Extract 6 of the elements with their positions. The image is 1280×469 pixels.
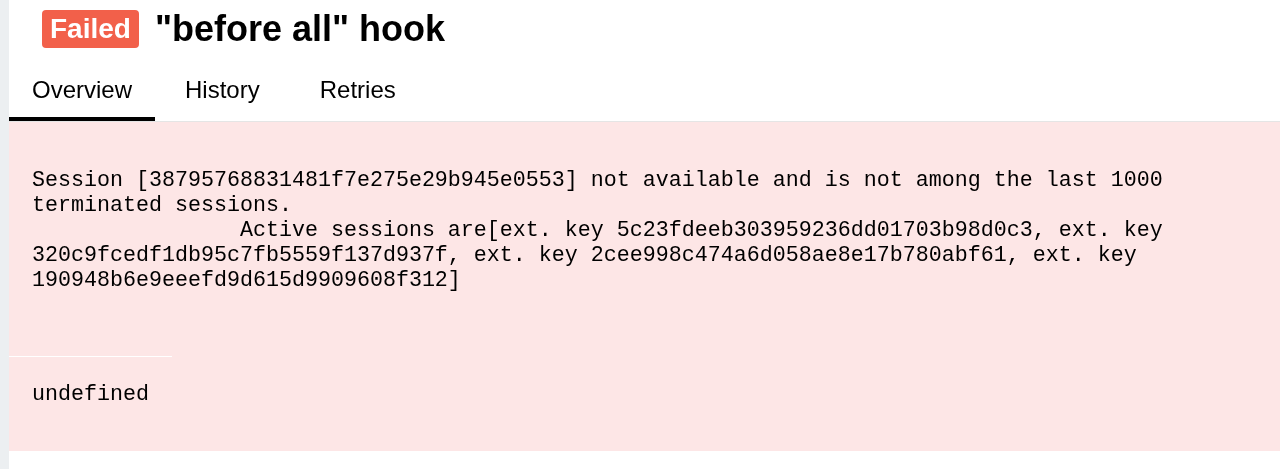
- error-message: Session [38795768831481f7e275e29b945e0553] not available and is not among the last 1000 terminated sessions. Active sessions are[ext. key 5c23fdeeb303959236dd01703b98d0c3, ext. key 320c9fcedf1db95c7fb5559f137d937f, ext. key 2cee998c474a6d058ae8e17b780abf61, ext. key 190948b6e9eeefd9d615d9909608f312]: [32, 168, 1164, 295]
- tab[interactable]: History: [155, 58, 290, 121]
- status-badge: Failed: [42, 10, 139, 48]
- test-title: "before all" hook: [154, 11, 446, 47]
- tab[interactable]: Retries: [289, 58, 426, 121]
- error-trace: undefined: [32, 382, 150, 407]
